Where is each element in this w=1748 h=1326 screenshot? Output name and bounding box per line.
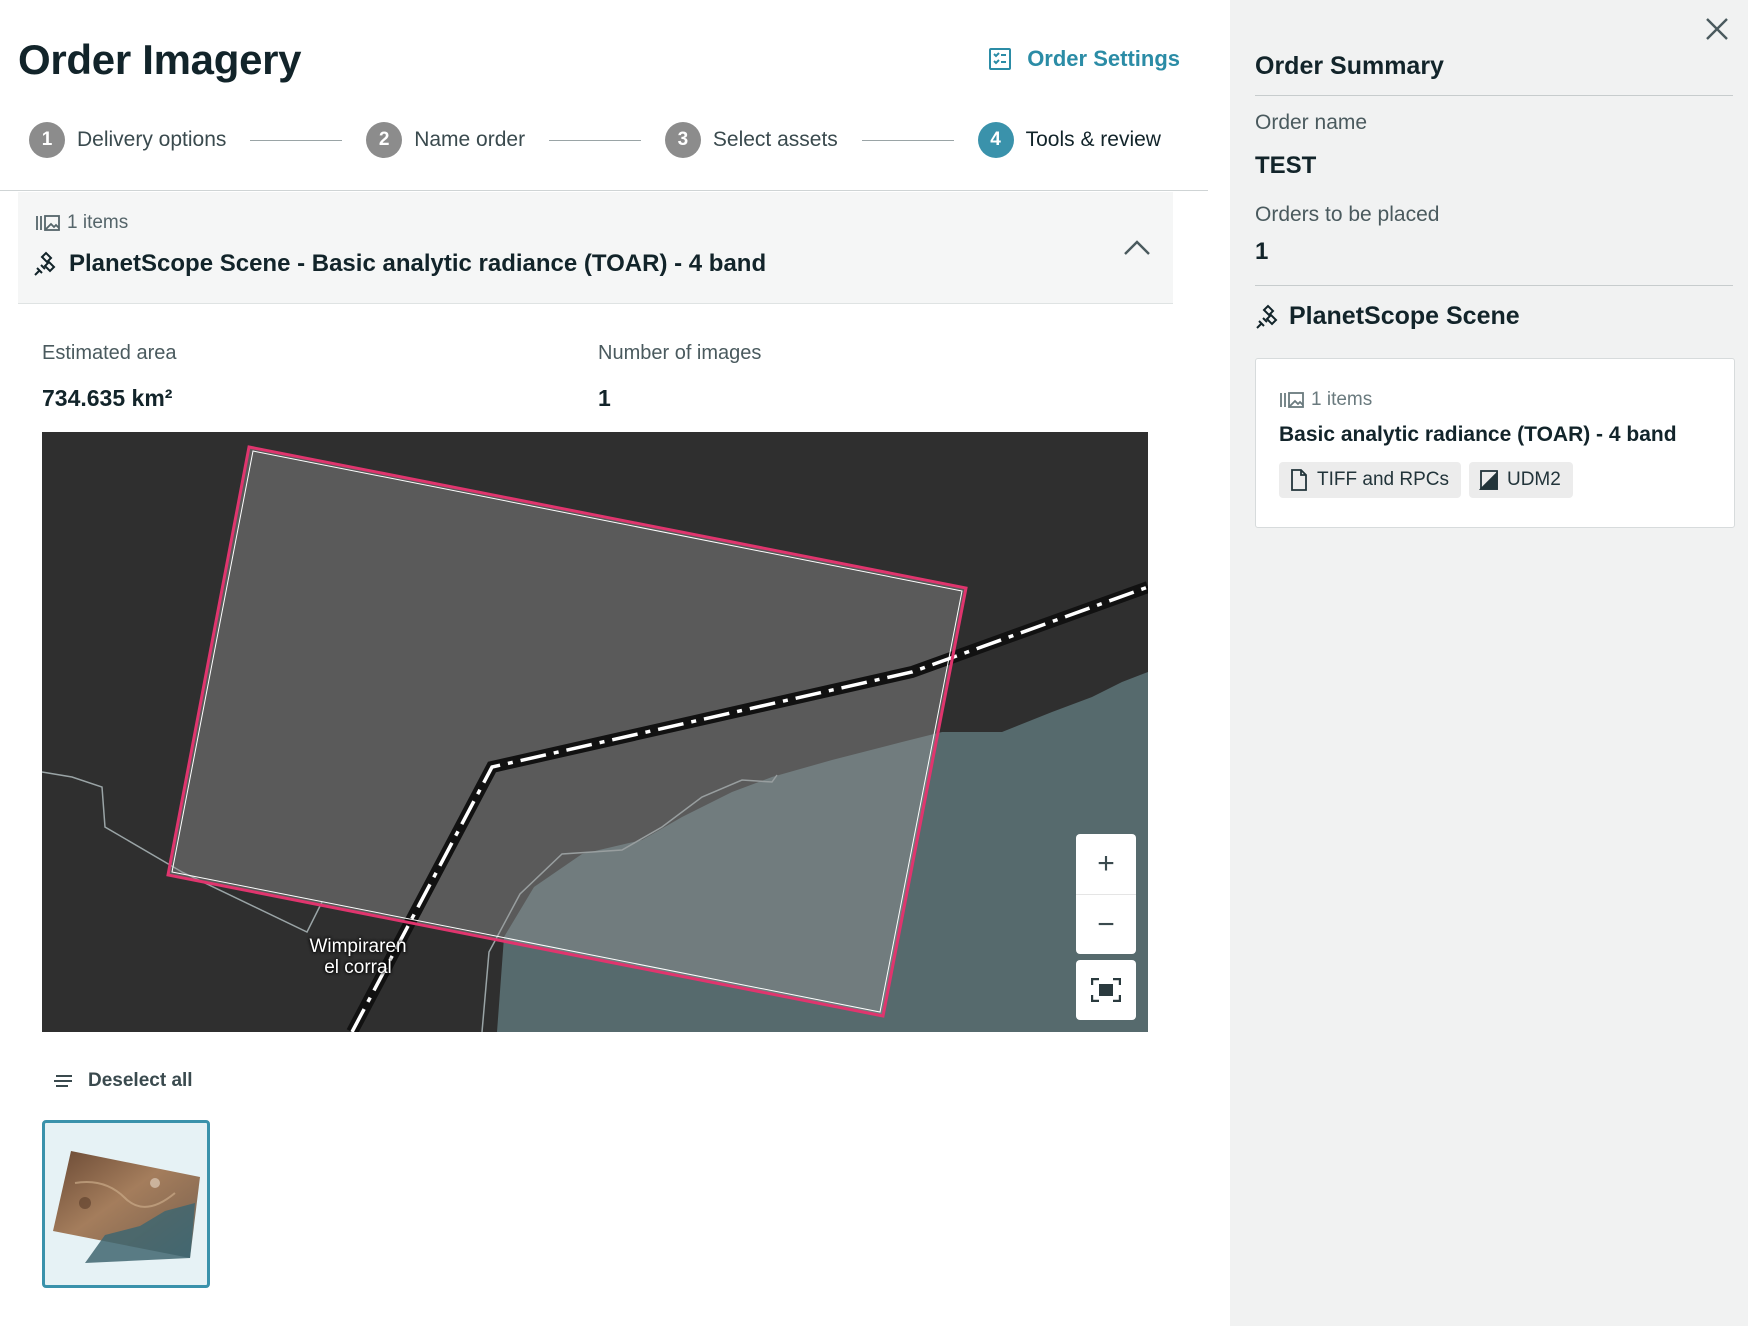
zoom-in-button[interactable]: + bbox=[1076, 834, 1136, 894]
step-number: 3 bbox=[664, 122, 701, 158]
scene-thumbnail-image bbox=[53, 1151, 200, 1263]
chevron-up-icon bbox=[1124, 240, 1150, 255]
order-name-label: Order name bbox=[1255, 111, 1368, 134]
step-select-assets[interactable]: 3 Select assets bbox=[664, 122, 838, 158]
number-of-images-stat: Number of images 1 bbox=[598, 342, 761, 412]
asset-chip-tiff: TIFF and RPCs bbox=[1279, 462, 1461, 498]
map-place-label: Wimpiraren el corral bbox=[288, 936, 428, 978]
estimated-area-label: Estimated area bbox=[42, 342, 177, 364]
scene-thumbnail[interactable] bbox=[42, 1120, 210, 1288]
estimated-area-value: 734.635 km² bbox=[42, 385, 173, 411]
order-name-value: TEST bbox=[1255, 152, 1317, 179]
item-count-label: 1 items bbox=[67, 212, 129, 233]
close-button[interactable] bbox=[1700, 12, 1734, 46]
summary-divider bbox=[1255, 285, 1733, 286]
close-icon bbox=[1706, 18, 1728, 40]
asset-chip-label: UDM2 bbox=[1506, 469, 1561, 490]
bundle-item-count: 1 items bbox=[1279, 389, 1372, 411]
step-connector bbox=[861, 139, 954, 141]
step-tools-review[interactable]: 4 Tools & review bbox=[977, 122, 1161, 158]
satellite-icon bbox=[1256, 304, 1278, 329]
step-name-order[interactable]: 2 Name order bbox=[366, 122, 525, 158]
step-connector bbox=[250, 139, 343, 141]
fit-bounds-button[interactable] bbox=[1076, 960, 1136, 1020]
page-title: Order Imagery bbox=[18, 36, 302, 83]
asset-chip-label: TIFF and RPCs bbox=[1317, 469, 1449, 490]
item-group-header[interactable]: 1 items PlanetScope Scene - Basic analyt… bbox=[18, 192, 1173, 304]
step-number: 1 bbox=[29, 122, 65, 158]
zoom-out-button[interactable]: − bbox=[1076, 894, 1136, 954]
deselect-all-label: Deselect all bbox=[88, 1070, 193, 1091]
number-of-images-label: Number of images bbox=[598, 342, 762, 364]
bundle-card: 1 items Basic analytic radiance (TOAR) -… bbox=[1255, 358, 1735, 528]
step-label: Name order bbox=[414, 128, 526, 151]
place-label-line1: Wimpiraren bbox=[309, 936, 407, 957]
scene-footprint-fill bbox=[168, 447, 966, 1016]
orders-to-place-value: 1 bbox=[1255, 238, 1269, 265]
asset-chip-udm2: UDM2 bbox=[1468, 462, 1573, 498]
step-label: Delivery options bbox=[77, 128, 227, 151]
orders-to-place-label: Orders to be placed bbox=[1255, 203, 1440, 226]
step-number: 4 bbox=[977, 122, 1014, 158]
bundle-title: Basic analytic radiance (TOAR) - 4 band bbox=[1279, 423, 1677, 446]
footprint-map[interactable]: Wimpiraren el corral + − bbox=[42, 432, 1148, 1032]
collapse-button[interactable] bbox=[1119, 230, 1155, 266]
deselect-all-button[interactable]: Deselect all bbox=[52, 1070, 193, 1092]
mask-icon bbox=[1478, 470, 1498, 490]
step-delivery-options[interactable]: 1 Delivery options bbox=[29, 122, 226, 158]
product-header: PlanetScope Scene bbox=[1255, 302, 1520, 331]
header-divider bbox=[0, 190, 1208, 191]
items-stack-icon bbox=[36, 215, 60, 231]
step-connector bbox=[549, 139, 641, 141]
order-settings-link[interactable]: Order Settings bbox=[987, 46, 1180, 72]
zoom-controls: + − bbox=[1076, 834, 1136, 954]
items-stack-icon bbox=[1280, 392, 1304, 408]
step-label: Select assets bbox=[712, 128, 838, 151]
satellite-icon bbox=[34, 251, 56, 276]
list-lines-icon bbox=[54, 1075, 72, 1087]
order-settings-label: Order Settings bbox=[1027, 46, 1180, 71]
step-label: Tools & review bbox=[1025, 128, 1161, 151]
fit-extent-icon bbox=[1091, 978, 1121, 1002]
map-canvas bbox=[42, 445, 1148, 1032]
item-group-title: PlanetScope Scene - Basic analytic radia… bbox=[33, 250, 766, 278]
order-summary-panel: Order Summary Order name TEST Orders to … bbox=[1230, 0, 1748, 1326]
checklist-icon bbox=[989, 48, 1012, 70]
item-count: 1 items bbox=[35, 212, 128, 234]
order-summary-title: Order Summary bbox=[1255, 52, 1444, 80]
place-label-line2: el corral bbox=[324, 957, 392, 978]
file-icon bbox=[1291, 469, 1307, 491]
step-number: 2 bbox=[366, 122, 403, 158]
estimated-area-stat: Estimated area 734.635 km² bbox=[42, 342, 177, 412]
summary-divider bbox=[1255, 95, 1733, 96]
product-title: PlanetScope Scene bbox=[1289, 302, 1520, 330]
bundle-item-count-label: 1 items bbox=[1311, 389, 1373, 410]
asset-chips: TIFF and RPCs UDM2 bbox=[1279, 462, 1573, 498]
item-group-title-text: PlanetScope Scene - Basic analytic radia… bbox=[69, 250, 767, 277]
number-of-images-value: 1 bbox=[598, 385, 611, 411]
order-stepper: 1 Delivery options 2 Name order 3 Select… bbox=[29, 121, 1161, 159]
order-main-column: Order Imagery Order Settings 1 Delivery … bbox=[0, 0, 1230, 1326]
